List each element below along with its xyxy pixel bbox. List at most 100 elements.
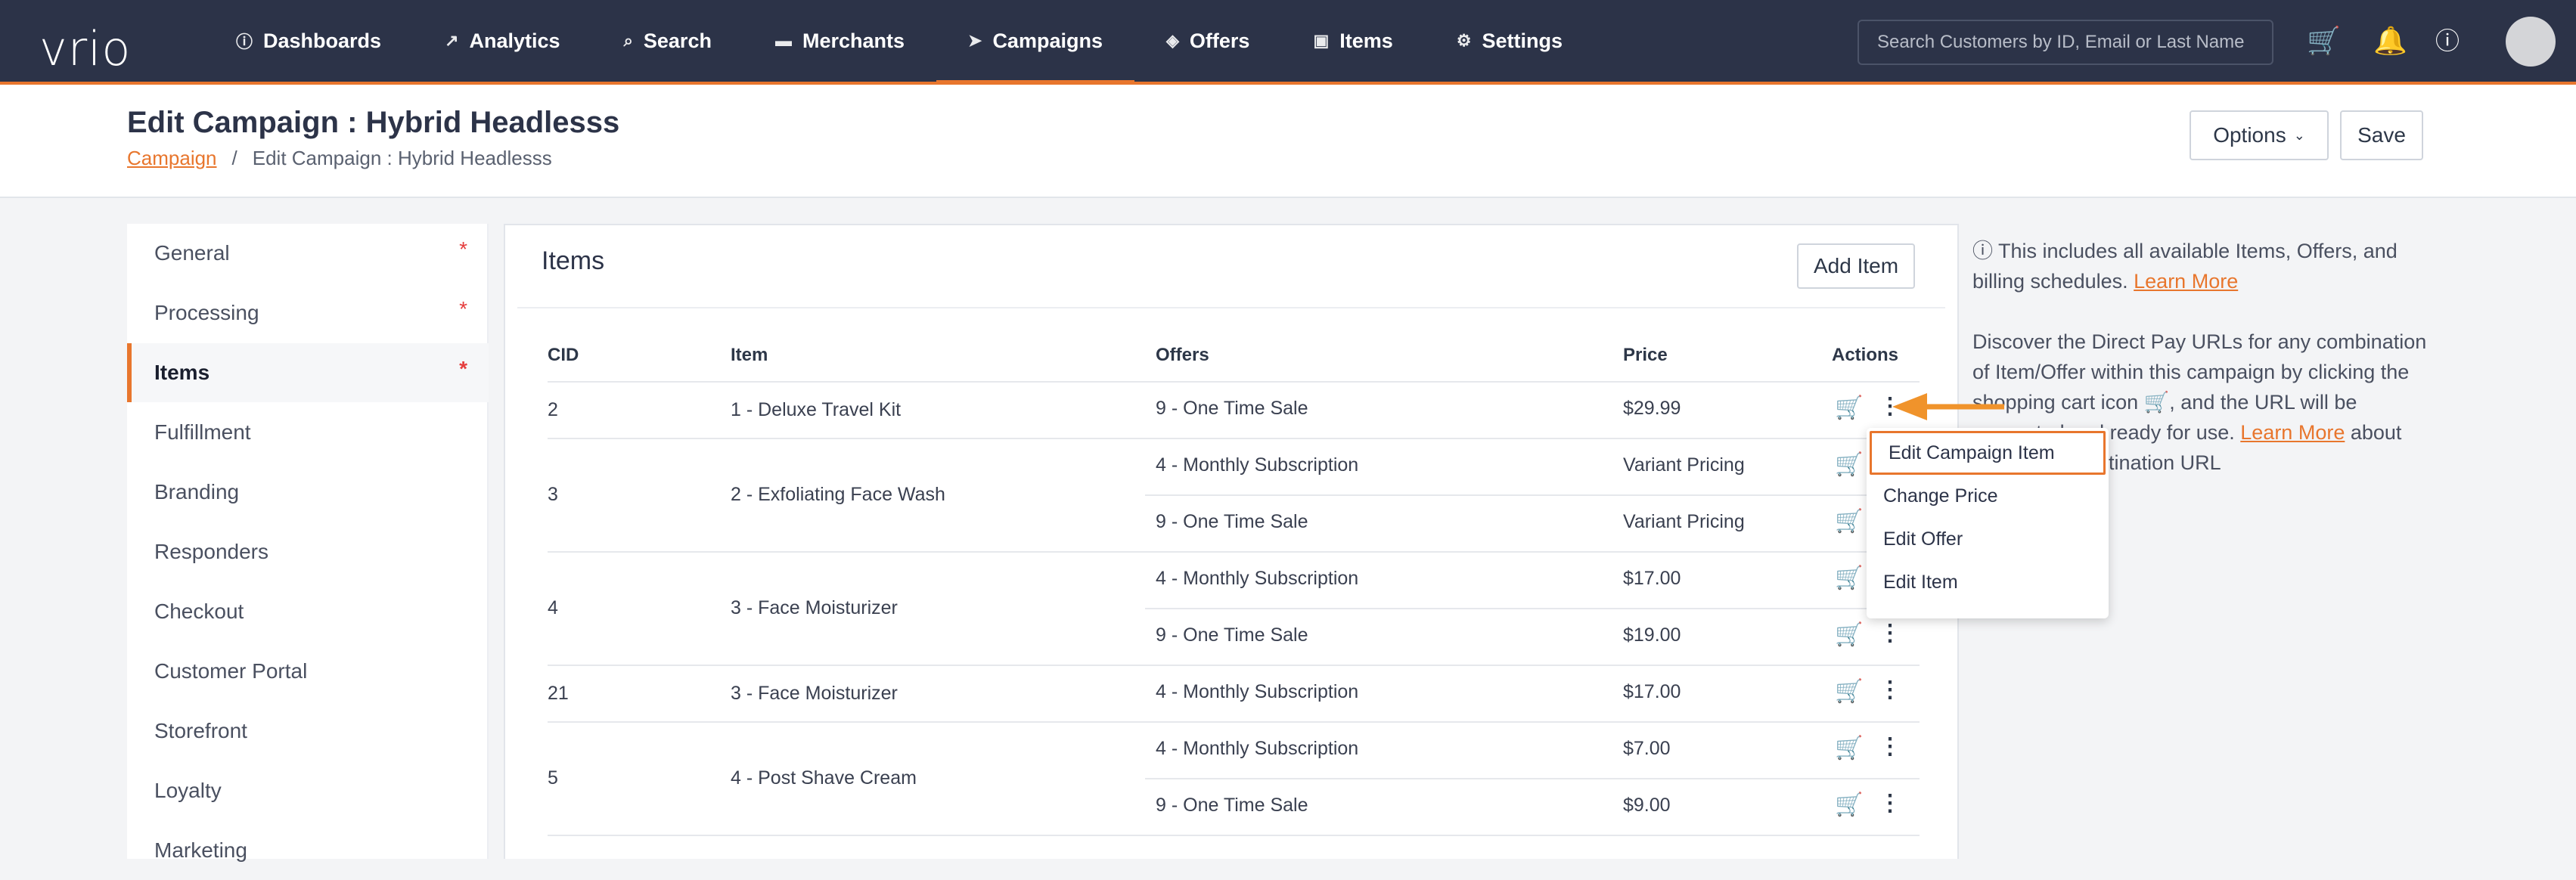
- sidebar-item-processing[interactable]: Processing *: [127, 284, 489, 342]
- cart-icon[interactable]: 🛒: [1835, 508, 1863, 535]
- nav-items[interactable]: ▣ Items: [1281, 0, 1424, 82]
- required-marker: *: [459, 357, 467, 380]
- nav-analytics[interactable]: ↗ Analytics: [413, 0, 592, 82]
- column-header: Price: [1623, 345, 1668, 365]
- sidebar-item-branding[interactable]: Branding: [127, 463, 489, 522]
- column-header: CID: [548, 345, 579, 365]
- cart-icon[interactable]: 🛒: [1835, 678, 1863, 705]
- sidebar-item-storefront[interactable]: Storefront: [127, 702, 489, 761]
- merchants-icon: ▬: [774, 31, 792, 50]
- offer-cell: 4 - Monthly Subscription: [1156, 568, 1359, 589]
- row-divider: [548, 551, 1920, 553]
- save-button[interactable]: Save: [2340, 110, 2423, 160]
- dashboards-icon: ⓘ: [236, 33, 253, 51]
- row-actions-menu: Edit Campaign Item Change Price Edit Offer…: [1867, 428, 2109, 618]
- nav-dashboards[interactable]: ⓘ Dashboards: [204, 0, 413, 82]
- cid-cell: 5: [548, 767, 558, 789]
- required-marker: *: [459, 237, 467, 261]
- cart-icon[interactable]: 🛒: [1835, 565, 1863, 591]
- offer-cell: 9 - One Time Sale: [1156, 398, 1308, 419]
- item-cell: 3 - Face Moisturizer: [731, 682, 898, 704]
- sidebar-item-fulfillment[interactable]: Fulfillment: [127, 403, 489, 462]
- cart-icon[interactable]: 🛒: [1835, 395, 1863, 421]
- required-marker: *: [459, 297, 467, 321]
- sidebar-item-customer-portal[interactable]: Customer Portal: [127, 642, 489, 701]
- page-header: Edit Campaign : Hybrid Headlesss Campaig…: [0, 85, 2576, 198]
- sub-row-divider: [1145, 494, 1920, 496]
- kebab-menu-icon[interactable]: ⋮: [1879, 620, 1901, 646]
- nav-label: Dashboards: [263, 29, 382, 52]
- sidebar-item-label: Marketing: [154, 838, 247, 862]
- column-header: Item: [731, 345, 768, 365]
- sidebar-item-marketing[interactable]: Marketing: [127, 821, 489, 880]
- learn-more-link[interactable]: Learn More: [2134, 270, 2238, 293]
- sidebar-item-responders[interactable]: Responders: [127, 522, 489, 581]
- kebab-menu-icon[interactable]: ⋮: [1879, 677, 1901, 703]
- column-header: Actions: [1832, 345, 1899, 365]
- sidebar-item-loyalty[interactable]: Loyalty: [127, 761, 489, 820]
- sidebar-item-label: Responders: [154, 540, 268, 563]
- cart-icon[interactable]: 🛒: [1835, 451, 1863, 478]
- avatar[interactable]: [2506, 17, 2556, 67]
- offer-cell: 4 - Monthly Subscription: [1156, 454, 1359, 476]
- vrio-logo[interactable]: vrio: [39, 21, 131, 76]
- customer-search-input[interactable]: Search Customers by ID, Email or Last Na…: [1858, 20, 2273, 65]
- price-cell: Variant Pricing: [1623, 511, 1745, 532]
- price-cell: Variant Pricing: [1623, 454, 1745, 476]
- top-navbar: vrio ⓘ Dashboards ↗ Analytics ⌕ Search ▬ Mercha…: [0, 0, 2576, 85]
- breadcrumb-campaign-link[interactable]: Campaign: [127, 147, 217, 169]
- breadcrumb-current: Edit Campaign : Hybrid Headlesss: [252, 147, 552, 169]
- add-item-button[interactable]: Add Item: [1797, 243, 1915, 289]
- sidebar-item-label: Storefront: [154, 719, 247, 742]
- menu-item-edit-offer[interactable]: Edit Offer: [1867, 517, 2109, 561]
- campaigns-icon: ➤: [968, 31, 982, 50]
- kebab-menu-icon[interactable]: ⋮: [1879, 733, 1901, 760]
- column-header: Offers: [1156, 345, 1209, 365]
- sidebar-item-label: Checkout: [154, 600, 244, 623]
- table-header-border: [548, 381, 1920, 383]
- nav-search[interactable]: ⌕ Search: [592, 0, 743, 82]
- offer-cell: 9 - One Time Sale: [1156, 624, 1308, 646]
- cart-icon[interactable]: 🛒: [2307, 23, 2341, 59]
- nav-label: Analytics: [469, 29, 560, 52]
- price-cell: $7.00: [1623, 738, 1671, 759]
- menu-item-edit-item[interactable]: Edit Item: [1867, 560, 2109, 604]
- options-button[interactable]: Options ⌄: [2190, 110, 2329, 160]
- item-cell: 1 - Deluxe Travel Kit: [731, 398, 902, 420]
- nav-campaigns[interactable]: ➤ Campaigns: [936, 0, 1134, 85]
- search-icon: ⌕: [623, 31, 633, 50]
- help-icon[interactable]: ⓘ: [2435, 23, 2460, 59]
- settings-sidebar: General * Processing * Items * Fulfillment Bran…: [127, 224, 489, 862]
- cid-cell: 2: [548, 398, 558, 420]
- sidebar-item-label: Fulfillment: [154, 420, 251, 444]
- nav-label: Offers: [1189, 29, 1250, 52]
- nav-merchants[interactable]: ▬ Merchants: [743, 0, 936, 82]
- offer-cell: 4 - Monthly Subscription: [1156, 738, 1359, 759]
- cart-icon[interactable]: 🛒: [1835, 792, 1863, 818]
- price-cell: $9.00: [1623, 795, 1671, 816]
- cart-icon[interactable]: 🛒: [1835, 735, 1863, 761]
- annotation-arrow-icon: [1892, 393, 2004, 420]
- settings-icon: ⚙: [1456, 31, 1472, 50]
- nav-offers[interactable]: ◈ Offers: [1134, 0, 1281, 82]
- chevron-down-icon: ⌄: [2293, 127, 2305, 143]
- learn-more-link[interactable]: Learn More: [2240, 421, 2345, 444]
- divider: [517, 307, 1945, 308]
- nav-settings[interactable]: ⚙ Settings: [1425, 0, 1594, 82]
- breadcrumb: Campaign / Edit Campaign : Hybrid Headless…: [127, 147, 552, 170]
- price-cell: $17.00: [1623, 681, 1681, 702]
- row-divider: [548, 835, 1920, 836]
- nav-label: Merchants: [802, 29, 905, 52]
- sidebar-item-checkout[interactable]: Checkout: [127, 582, 489, 641]
- item-cell: 2 - Exfoliating Face Wash: [731, 484, 945, 505]
- kebab-menu-icon[interactable]: ⋮: [1879, 790, 1901, 816]
- item-cell: 4 - Post Shave Cream: [731, 767, 917, 789]
- menu-item-edit-campaign-item[interactable]: Edit Campaign Item: [1870, 431, 2106, 475]
- sidebar-item-general[interactable]: General *: [127, 224, 489, 283]
- cart-icon[interactable]: 🛒: [1835, 621, 1863, 648]
- analytics-icon: ↗: [445, 31, 459, 50]
- sidebar-item-items[interactable]: Items *: [127, 343, 489, 402]
- menu-item-change-price[interactable]: Change Price: [1867, 474, 2109, 518]
- options-label: Options: [2213, 123, 2286, 147]
- bell-icon[interactable]: 🔔: [2373, 23, 2407, 59]
